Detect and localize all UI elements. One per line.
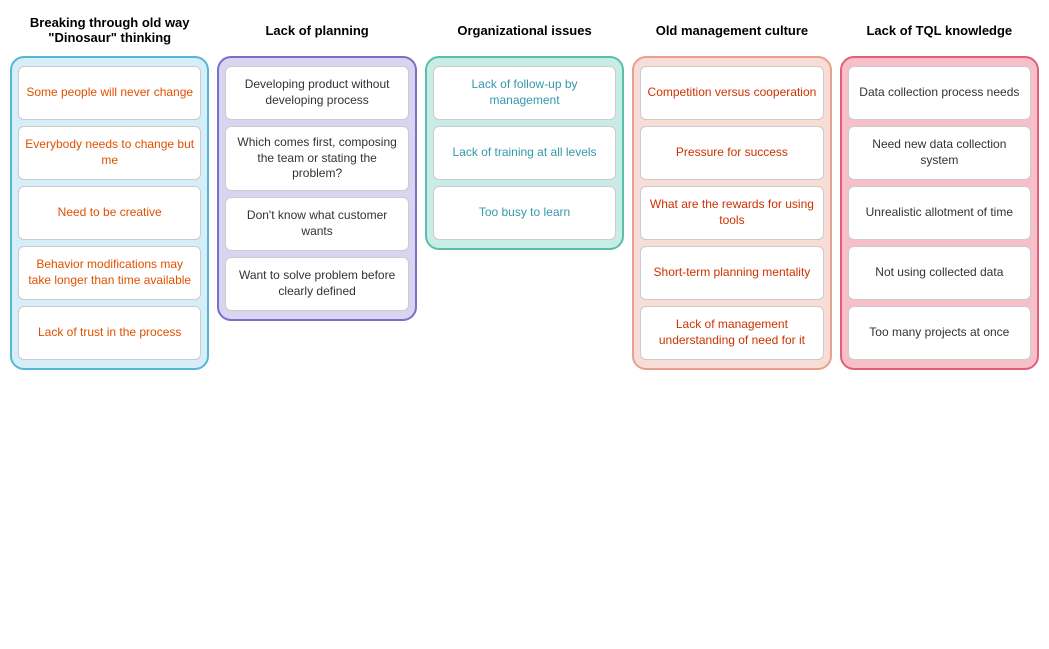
card-5-5[interactable]: Too many projects at once <box>848 306 1031 360</box>
column-1: Breaking through old way "Dinosaur" thin… <box>10 10 209 370</box>
column-5: Lack of TQL knowledge Data collection pro… <box>840 10 1039 370</box>
card-3-2[interactable]: Lack of training at all levels <box>433 126 616 180</box>
column-body-5: Data collection process needs Need new da… <box>840 56 1039 370</box>
column-header-3: Organizational issues <box>453 10 595 50</box>
column-2: Lack of planning Developing product witho… <box>217 10 416 321</box>
column-header-5: Lack of TQL knowledge <box>862 10 1016 50</box>
card-2-3[interactable]: Don't know what customer wants <box>225 197 408 251</box>
column-body-2: Developing product without developing pr… <box>217 56 416 321</box>
card-4-1[interactable]: Competition versus cooperation <box>640 66 823 120</box>
card-1-1[interactable]: Some people will never change <box>18 66 201 120</box>
card-4-3[interactable]: What are the rewards for using tools <box>640 186 823 240</box>
card-5-3[interactable]: Unrealistic allotment of time <box>848 186 1031 240</box>
card-5-2[interactable]: Need new data collection system <box>848 126 1031 180</box>
card-3-3[interactable]: Too busy to learn <box>433 186 616 240</box>
column-header-4: Old management culture <box>652 10 812 50</box>
card-1-3[interactable]: Need to be creative <box>18 186 201 240</box>
column-4: Old management culture Competition versus… <box>632 10 831 370</box>
column-body-1: Some people will never change Everybody n… <box>10 56 209 370</box>
card-2-2[interactable]: Which comes first, composing the team or… <box>225 126 408 191</box>
card-4-4[interactable]: Short-term planning mentality <box>640 246 823 300</box>
card-5-4[interactable]: Not using collected data <box>848 246 1031 300</box>
column-body-4: Competition versus cooperation Pressure f… <box>632 56 831 370</box>
card-5-1[interactable]: Data collection process needs <box>848 66 1031 120</box>
column-header-2: Lack of planning <box>261 10 372 50</box>
card-3-1[interactable]: Lack of follow-up by management <box>433 66 616 120</box>
card-1-5[interactable]: Lack of trust in the process <box>18 306 201 360</box>
card-4-5[interactable]: Lack of management understanding of need… <box>640 306 823 360</box>
card-2-1[interactable]: Developing product without developing pr… <box>225 66 408 120</box>
column-header-1: Breaking through old way "Dinosaur" thin… <box>10 10 209 50</box>
card-1-2[interactable]: Everybody needs to change but me <box>18 126 201 180</box>
card-2-4[interactable]: Want to solve problem before clearly def… <box>225 257 408 311</box>
board: Breaking through old way "Dinosaur" thin… <box>10 10 1039 370</box>
column-3: Organizational issues Lack of follow-up b… <box>425 10 624 250</box>
column-body-3: Lack of follow-up by management Lack of t… <box>425 56 624 250</box>
card-1-4[interactable]: Behavior modifications may take longer t… <box>18 246 201 300</box>
card-4-2[interactable]: Pressure for success <box>640 126 823 180</box>
